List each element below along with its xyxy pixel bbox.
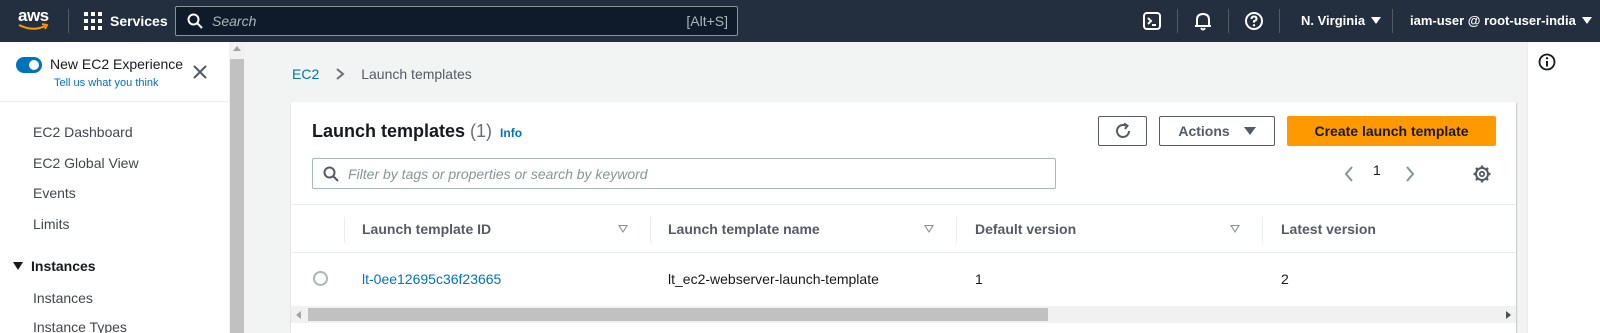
filter-input[interactable]: Filter by tags or properties or search b… [312,158,1056,189]
sidebar-item-instances[interactable]: Instances [33,290,93,306]
sidebar-item-ec2-global-view[interactable]: EC2 Global View [33,155,139,171]
column-header-latest-version[interactable]: Latest version [1281,221,1376,237]
info-link[interactable]: Info [500,126,522,140]
refresh-icon [1115,122,1130,138]
caret-down-icon [1581,17,1592,24]
sidebar-section-label: Instances [31,258,96,274]
chevron-right-icon[interactable] [1404,165,1416,183]
sidebar-item-limits[interactable]: Limits [33,216,70,232]
scrollbar-thumb[interactable] [308,308,1048,321]
sort-icon[interactable] [1230,225,1240,233]
sidebar-item-events[interactable]: Events [33,185,76,201]
gear-icon[interactable] [1473,165,1491,183]
sidebar-item-instance-types[interactable]: Instance Types [33,319,127,333]
region-selector[interactable]: N. Virginia [1301,13,1382,28]
create-launch-template-button[interactable]: Create launch template [1287,116,1496,146]
actions-label: Actions [1178,123,1230,139]
services-label: Services [110,13,168,29]
sidebar: New EC2 Experience Tell us what you thin… [0,42,234,333]
search-placeholder: Search [212,13,257,29]
scroll-left-arrow-icon[interactable] [296,311,301,319]
scrollbar-thumb[interactable] [230,59,244,333]
filter-placeholder: Filter by tags or properties or search b… [348,166,648,182]
nav-divider [1279,9,1280,33]
scroll-right-arrow-icon[interactable] [1506,311,1511,319]
close-icon[interactable] [192,64,208,80]
region-label: N. Virginia [1301,13,1366,28]
sidebar-item-ec2-dashboard[interactable]: EC2 Dashboard [33,124,133,140]
account-menu[interactable]: iam-user @ root-user-india [1410,13,1592,28]
default-version: 1 [975,271,983,287]
launch-template-name: lt_ec2-webserver-launch-template [668,271,879,287]
column-divider [956,217,957,243]
toggle-knob [29,60,39,70]
chevron-right-icon [336,68,345,80]
row-select-radio[interactable] [313,271,328,286]
breadcrumb-current: Launch templates [361,66,472,82]
breadcrumb-ec2-link[interactable]: EC2 [292,66,319,82]
grid-icon [84,12,102,30]
cloudshell-icon[interactable] [1141,10,1163,32]
nav-divider [68,9,69,33]
item-count: (1) [470,121,493,141]
aws-smile-icon [18,23,49,30]
caret-down-icon [1371,17,1382,24]
new-experience-toggle[interactable] [16,57,42,73]
sidebar-section-instances[interactable]: Instances [13,258,96,274]
new-experience-banner: New EC2 Experience Tell us what you thin… [0,42,234,102]
account-label: iam-user @ root-user-india [1410,13,1576,28]
services-menu-button[interactable]: Services [84,11,168,31]
help-icon[interactable] [1243,10,1265,32]
scroll-up-arrow-icon[interactable] [233,46,241,51]
global-search-input[interactable]: Search [Alt+S] [175,6,738,36]
sidebar-scrollbar[interactable] [229,42,245,333]
search-shortcut-hint: [Alt+S] [686,13,728,29]
column-divider [650,217,651,243]
sort-icon[interactable] [924,225,934,233]
column-header-launch-template-name[interactable]: Launch template name [668,221,820,237]
breadcrumb: EC2 Launch templates [292,66,472,82]
column-header-default-version[interactable]: Default version [975,221,1076,237]
launch-template-id-link[interactable]: lt-0ee12695c36f23665 [362,271,501,287]
feedback-link[interactable]: Tell us what you think [54,77,159,89]
column-divider [1262,217,1263,243]
latest-version: 2 [1281,271,1289,287]
new-experience-label: New EC2 Experience [50,56,184,72]
table-row[interactable]: lt-0ee12695c36f23665 lt_ec2-webserver-la… [291,254,1516,304]
column-header-launch-template-id[interactable]: Launch template ID [362,221,491,237]
panel-title-text: Launch templates [312,121,466,141]
actions-button[interactable]: Actions [1159,116,1275,146]
bell-icon[interactable] [1192,10,1214,32]
page-title: Launch templates (1) Info [312,121,522,142]
caret-down-icon [1243,127,1256,135]
table-header: Launch template ID Launch template name … [291,204,1516,253]
create-button-label: Create launch template [1314,123,1469,139]
nav-divider [1228,9,1229,33]
column-divider [344,217,345,243]
sort-icon[interactable] [618,225,628,233]
search-icon [187,13,203,29]
caret-down-icon [13,262,23,270]
search-icon [323,166,339,182]
launch-templates-panel: Launch templates (1) Info Actions Create… [291,102,1516,333]
page-number[interactable]: 1 [1373,162,1381,178]
utility-rail [1527,42,1600,333]
info-icon[interactable] [1538,53,1556,71]
nav-divider [1392,9,1393,33]
refresh-button[interactable] [1098,116,1147,146]
table-horizontal-scrollbar[interactable] [291,306,1516,323]
top-navigation: aws Services Search [Alt+S] N. Virginia … [0,0,1600,42]
aws-logo[interactable]: aws [18,6,54,34]
nav-divider [1177,9,1178,33]
chevron-left-icon[interactable] [1343,165,1355,183]
